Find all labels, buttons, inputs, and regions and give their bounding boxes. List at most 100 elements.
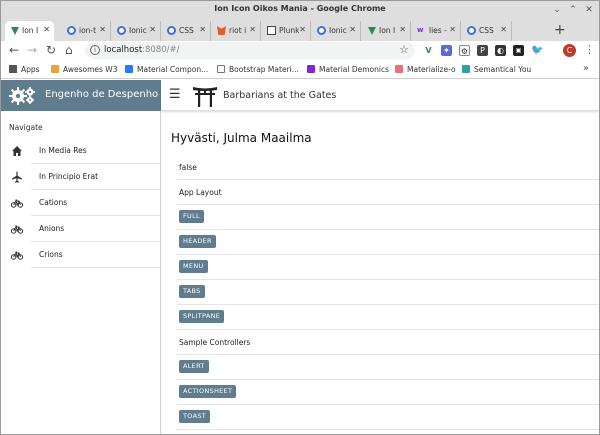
browser-tab[interactable]: Plunk ✕ [262,21,311,41]
bookmark-label: Semantical You [474,65,532,74]
globe-icon [117,26,126,35]
home-button[interactable]: ⌂ [65,43,73,57]
close-icon[interactable]: ✕ [43,25,50,34]
browser-tab[interactable]: Ionic ✕ [112,21,161,41]
bookmark-label: Material Compon... [137,65,209,74]
fox-icon [217,26,226,35]
sidebar-item-in-principio-erat[interactable]: In Principio Erat [1,164,160,190]
close-icon[interactable]: ✕ [399,25,406,34]
bookmark-item[interactable]: Material Compon... [125,65,208,74]
tab-strip: Ion I ✕ ion-t ✕ Ionic ✕ CSS ✕ riot i ✕ P… [1,19,599,41]
minimize-button[interactable]: ⌄ [551,4,563,16]
tabs-button[interactable]: TABS [179,285,205,298]
bookmark-favicon-icon [125,65,133,73]
sidebar-item-crions[interactable]: Crions [1,242,160,268]
close-icon[interactable]: ✕ [149,25,156,34]
url-text: localhost:8080/#/ [104,45,180,55]
browser-tab[interactable]: Ion I ✕ [362,21,411,41]
bookmark-favicon-icon [395,65,403,73]
close-icon[interactable]: ✕ [500,25,507,34]
list-item: TABS [177,280,599,305]
alert-button[interactable]: ALERT [179,360,209,373]
url-path: :8080/#/ [142,45,180,55]
list-item: false [177,155,599,180]
sidebar-item-in-media-res[interactable]: In Media Res [1,138,160,164]
bookmark-apps[interactable]: Apps [9,65,40,74]
close-icon[interactable]: ✕ [349,25,356,34]
maximize-button[interactable]: ⌃ [567,4,579,16]
p-extension-icon[interactable]: P [477,45,488,56]
info-icon[interactable]: i [90,45,100,55]
tab-label: Ion I [379,26,396,35]
bicycle-icon [11,225,23,234]
new-tab-button[interactable]: + [554,22,566,38]
close-icon[interactable]: ✕ [99,25,106,34]
browser-tab[interactable]: w lies - ✕ [412,21,461,41]
bookmark-star-icon[interactable]: ☆ [399,43,409,56]
sidebar: Navigate In Media Res In Principio Erat … [1,111,161,434]
hamburger-menu-icon[interactable]: ☰ [169,88,181,101]
profile-avatar[interactable]: C [563,44,576,57]
sidebar-item-label: Anions [39,224,65,233]
css-extension-icon[interactable]: ▣ [513,45,524,56]
close-icon[interactable]: ✕ [299,25,306,34]
browser-menu-icon[interactable]: ⋮ [584,43,595,56]
list-item-text: false [179,163,197,172]
gears-icon [9,87,35,105]
home-icon [12,146,22,156]
sidebar-item-anions[interactable]: Anions [1,216,160,242]
browser-toolbar: ← → ↻ ⌂ i localhost:8080/#/ ☆ V ✦ ⚙ P ◐ … [1,41,599,61]
full-button[interactable]: FULL [179,210,204,223]
browser-tab[interactable]: ion-t ✕ [62,21,111,41]
header-button[interactable]: HEADER [179,235,216,248]
vue-extension-icon[interactable]: V [423,45,434,56]
close-window-button[interactable]: ✕ [583,4,595,16]
close-icon[interactable]: ✕ [199,25,206,34]
main-content: Hyvästi, Julma Maailma false App Layout … [162,111,599,434]
splitpane-button[interactable]: SPLITPANE [179,310,225,323]
gear-extension-icon[interactable]: ⚙ [459,45,470,56]
address-bar[interactable]: i localhost:8080/#/ ☆ [85,42,415,59]
bookmark-favicon-icon [51,65,59,73]
app-viewport: Engenho de Despenho ☰ Barbarians at the … [1,80,599,434]
divider [31,267,160,268]
title-bar: Ion Icon Oikos Mania - Google Chrome ⌄ ⌃… [1,1,599,19]
list-item: ACTIONSHEET [177,380,599,405]
section-heading: App Layout [179,188,222,197]
tab-label: ion-t [79,26,97,35]
torii-gate-icon [193,87,217,107]
url-host: localhost [104,45,143,55]
browser-tab[interactable]: riot i ✕ [212,21,261,41]
bookmark-item[interactable]: Materialize-o [395,65,456,74]
bookmarks-overflow-button[interactable]: » [583,63,589,74]
tab-label: Ionic [329,26,347,35]
bookmark-item[interactable]: Bootstrap Materi... [217,65,299,74]
forward-button[interactable]: → [27,43,37,57]
camera-extension-icon[interactable]: ◐ [495,45,506,56]
bookmark-label: Awesomes W3 [63,65,118,74]
reload-button[interactable]: ↻ [46,43,56,57]
sidebar-item-cations[interactable]: Cations [1,190,160,216]
browser-tab[interactable]: Ion I ✕ [5,21,54,41]
tab-label: Plunk [279,26,299,35]
list-item: SPLITPANE [177,305,599,330]
back-button[interactable]: ← [9,43,19,57]
close-icon[interactable]: ✕ [249,25,256,34]
bookmark-label: Material Demonics [319,65,390,74]
twitter-icon[interactable]: 🐦 [531,45,543,56]
bookmark-item[interactable]: Material Demonics [307,65,389,74]
browser-tab[interactable]: Ionic ✕ [312,21,361,41]
close-icon[interactable]: ✕ [449,25,456,34]
globe-icon [67,26,76,35]
bookmark-item[interactable]: Semantical You [462,65,531,74]
toast-button[interactable]: TOAST [179,410,211,423]
list-item: FULL [177,205,599,230]
actionsheet-button[interactable]: ACTIONSHEET [179,385,237,398]
menu-button[interactable]: MENU [179,260,208,273]
browser-tab[interactable]: CSS ✕ [462,21,512,41]
browser-tab[interactable]: CSS ✕ [162,21,211,41]
extension-icon[interactable]: ✦ [441,45,452,56]
list-item: MENU [177,255,599,280]
bookmark-favicon-icon [307,65,315,73]
bookmark-item[interactable]: Awesomes W3 [51,65,117,74]
